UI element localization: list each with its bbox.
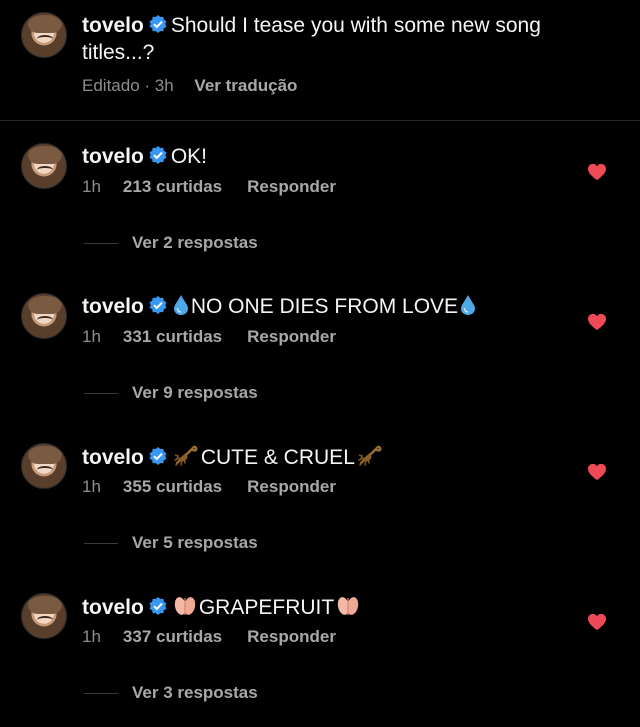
avatar[interactable] [21, 443, 67, 489]
view-replies-button[interactable]: Ver 9 respostas [84, 383, 258, 403]
comment-line: tovelo CUTE & CRUEL [82, 443, 385, 471]
verified-badge-icon [149, 296, 167, 314]
heart-icon[interactable] [587, 463, 607, 481]
likes-count[interactable]: 355 curtidas [123, 477, 222, 496]
heart-icon[interactable] [587, 163, 607, 181]
scorpion-icon [174, 445, 198, 466]
view-replies-button[interactable]: Ver 5 respostas [84, 533, 258, 553]
avatar[interactable] [21, 593, 67, 639]
view-replies-button[interactable]: Ver 3 respostas [84, 683, 258, 703]
comment-line: tovelo OK! [82, 143, 207, 170]
comment-time: 1h [82, 627, 101, 646]
translate-button[interactable]: Ver tradução [194, 76, 297, 95]
droplet-icon [173, 295, 188, 315]
caption-meta: Editado · 3h Ver tradução [82, 76, 297, 96]
avatar[interactable] [21, 143, 67, 189]
replies-divider-line [84, 543, 118, 545]
comment-time: 1h [82, 477, 101, 496]
comment-username[interactable]: tovelo [82, 596, 144, 619]
comment-text: NO ONE DIES FROM LOVE [190, 295, 459, 318]
comment-meta: 1h 337 curtidas Responder [82, 627, 336, 647]
comment-item: tovelo OK! 1h 213 curtidas Responder Ver 2 … [0, 143, 640, 293]
post-caption: tovelo Should I tease you with some new s… [82, 12, 602, 66]
edited-label: Editado · 3h [82, 76, 174, 95]
comment-username[interactable]: tovelo [82, 295, 144, 318]
comment-item: tovelo NO ONE DIES FROM LOVE 1h 331 curtid… [0, 293, 640, 443]
caption-username[interactable]: tovelo [82, 14, 144, 37]
comment-username[interactable]: tovelo [82, 145, 144, 168]
comment-text: CUTE & CRUEL [200, 446, 355, 469]
divider [0, 120, 640, 121]
heart-icon[interactable] [587, 313, 607, 331]
verified-badge-icon [149, 597, 167, 615]
comment-time: 1h [82, 177, 101, 196]
likes-count[interactable]: 337 curtidas [123, 627, 222, 646]
peach-icon [337, 597, 359, 615]
comment-item: tovelo GRAPEFRUIT 1h 337 curtidas Responder… [0, 593, 640, 727]
comment-text: OK! [170, 145, 208, 168]
comment-text: GRAPEFRUIT [198, 596, 335, 619]
comment-meta: 1h 213 curtidas Responder [82, 177, 336, 197]
verified-badge-icon [149, 146, 167, 164]
reply-button[interactable]: Responder [247, 627, 336, 646]
avatar[interactable] [21, 293, 67, 339]
comment-line: tovelo GRAPEFRUIT [82, 593, 362, 621]
avatar[interactable] [21, 12, 67, 58]
replies-divider-line [84, 243, 118, 245]
reply-button[interactable]: Responder [247, 177, 336, 196]
scorpion-icon [358, 445, 382, 466]
verified-badge-icon [149, 15, 167, 33]
view-replies-label: Ver 9 respostas [132, 383, 258, 402]
comment-time: 1h [82, 327, 101, 346]
comment-line: tovelo NO ONE DIES FROM LOVE [82, 293, 478, 320]
replies-divider-line [84, 393, 118, 395]
view-replies-label: Ver 2 respostas [132, 233, 258, 252]
comment-username[interactable]: tovelo [82, 446, 144, 469]
peach-icon [174, 597, 196, 615]
droplet-icon [461, 295, 476, 315]
view-replies-label: Ver 3 respostas [132, 683, 258, 702]
replies-divider-line [84, 693, 118, 695]
view-replies-label: Ver 5 respostas [132, 533, 258, 552]
likes-count[interactable]: 213 curtidas [123, 177, 222, 196]
verified-badge-icon [149, 447, 167, 465]
comments-screen: tovelo Should I tease you with some new s… [0, 0, 640, 727]
comment-meta: 1h 355 curtidas Responder [82, 477, 336, 497]
view-replies-button[interactable]: Ver 2 respostas [84, 233, 258, 253]
likes-count[interactable]: 331 curtidas [123, 327, 222, 346]
reply-button[interactable]: Responder [247, 327, 336, 346]
comment-meta: 1h 331 curtidas Responder [82, 327, 336, 347]
reply-button[interactable]: Responder [247, 477, 336, 496]
comment-item: tovelo CUTE & CRUEL 1h 355 curtidas Respond… [0, 443, 640, 593]
heart-icon[interactable] [587, 613, 607, 631]
